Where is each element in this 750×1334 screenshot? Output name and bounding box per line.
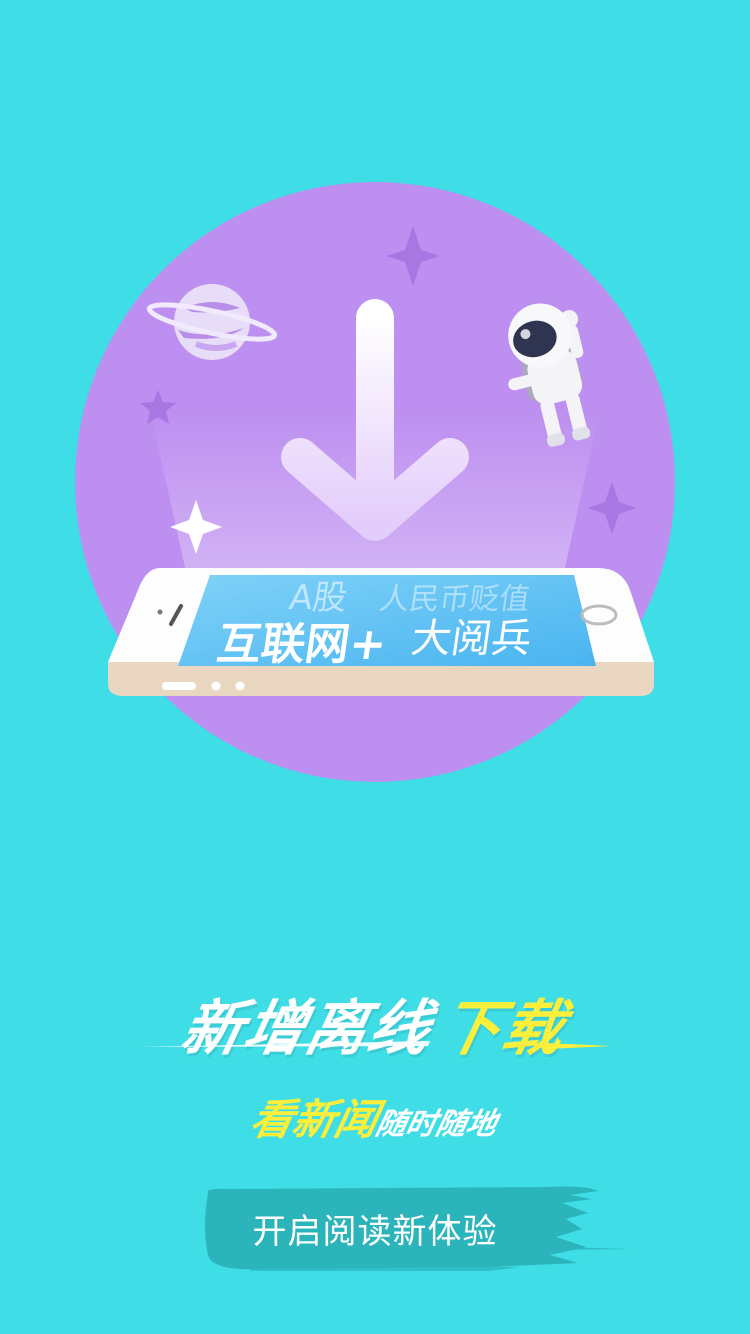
hero-illustration-svg	[75, 182, 675, 782]
subheadline-yellow-part: 看新闻	[246, 1095, 383, 1144]
start-reading-button-label: 开启阅读新体验	[252, 1211, 498, 1252]
subheadline-white-part: 随时随地	[372, 1107, 501, 1142]
headline-underline	[140, 1041, 612, 1049]
screen-text-military-parade: 大阅兵	[408, 616, 535, 662]
start-reading-button[interactable]: 开启阅读新体验	[190, 1185, 640, 1271]
hero-illustration: A股 人民币贬值 互联网+ 大阅兵	[0, 0, 750, 820]
screen-text-internet-plus: 互联网+	[213, 619, 390, 670]
subheadline: 看新闻随时随地	[0, 1086, 750, 1147]
